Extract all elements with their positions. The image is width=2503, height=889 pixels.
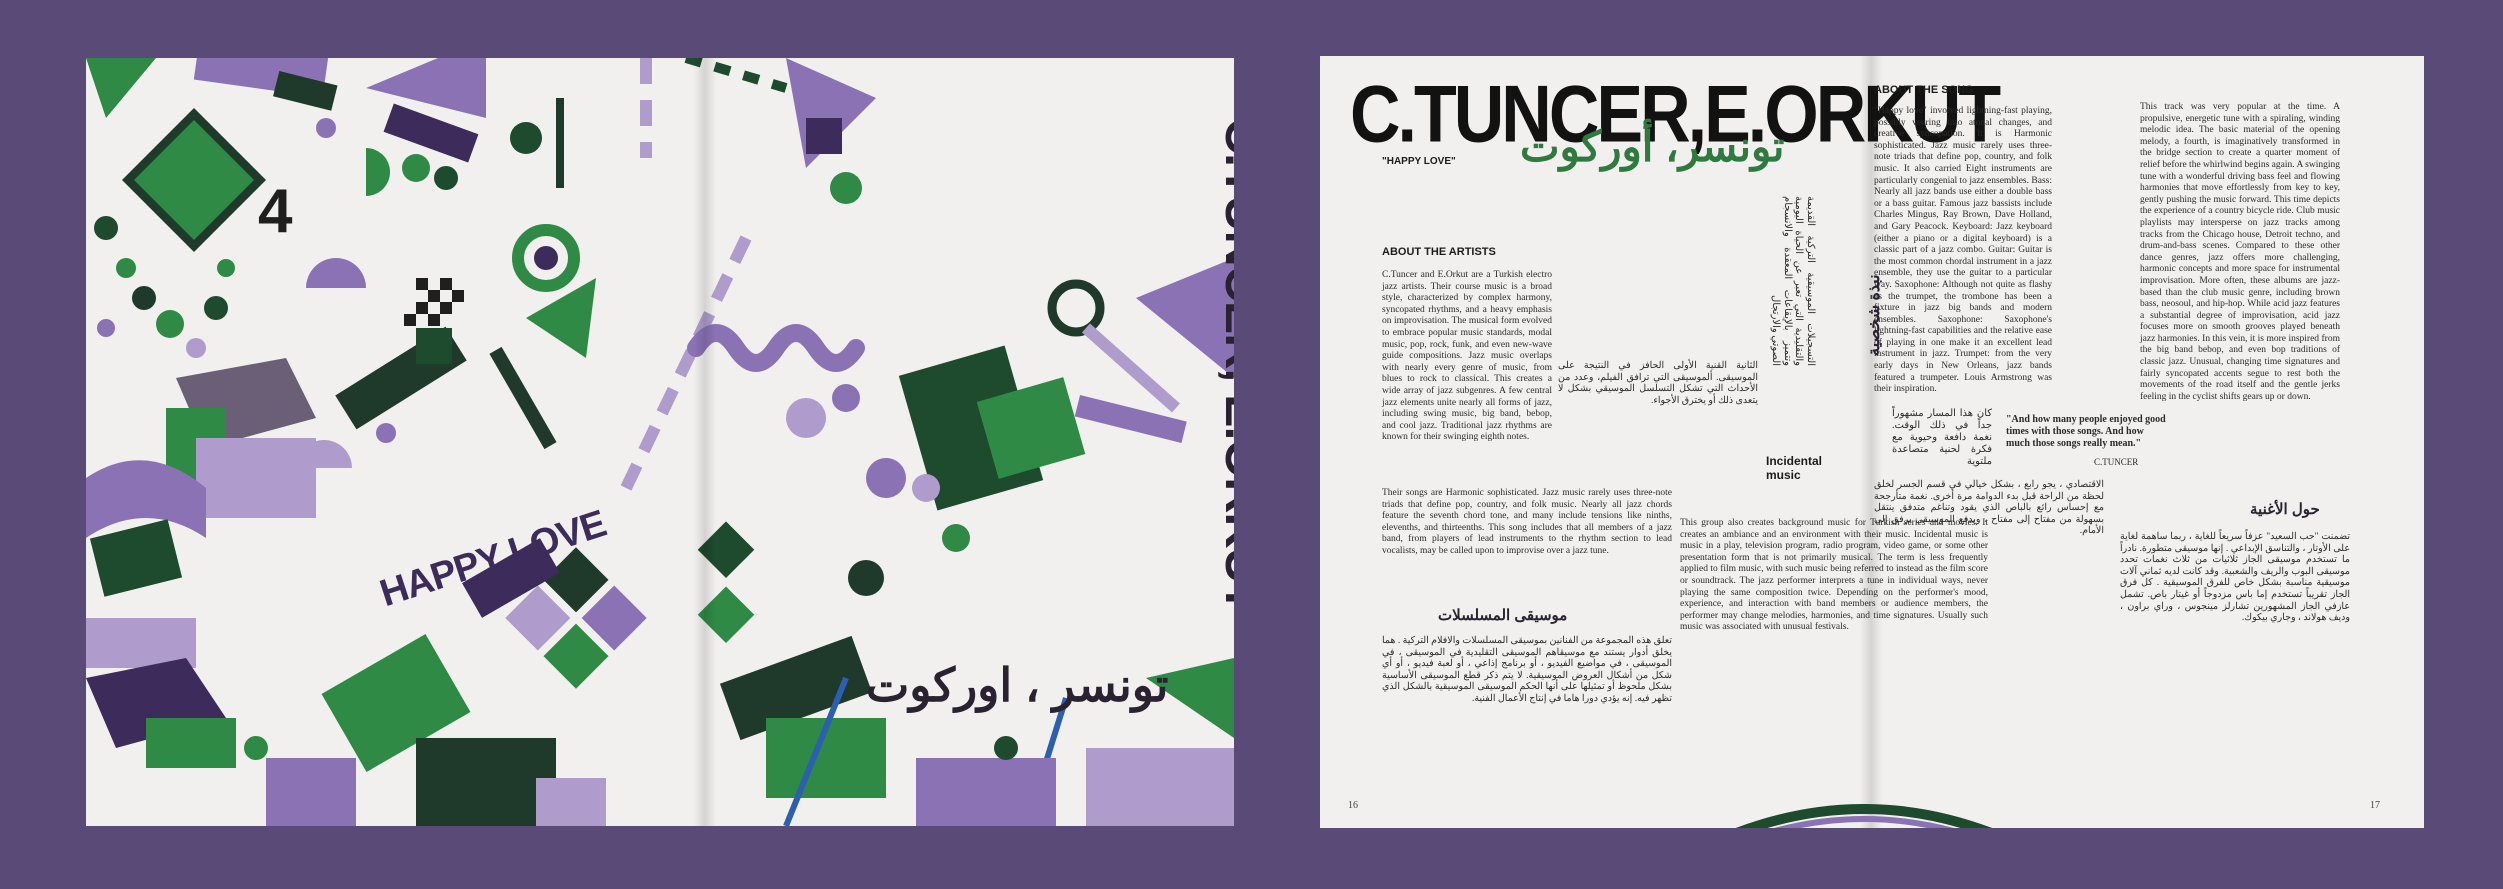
spread-header-arabic: تونسر، أوركوت [1520,123,1785,170]
page-number-left: 16 [1348,800,1358,811]
vertical-arabic-text: التسجيلات الموسيقية التركية القديمة والت… [1770,196,1816,366]
about-song-heading: ABOUT THE SONG [1874,84,1974,96]
about-song-text: "Happy love" involved lightning-fast pla… [1874,106,2052,395]
arabic-heading-series: موسيقى المسلسلات [1438,607,1568,624]
incidental-arabic-text: الثانية القنية الأولى الحافز في النتيجة … [1558,361,1758,406]
page-number-right: 17 [2370,800,2380,811]
arabic-series-text: تعلق هذه المجموعة من الفنانين بموسيقى ال… [1382,636,1672,704]
cover-spine-fold [694,58,716,826]
vertical-arabic-heading: نبذة شخصية [1866,274,1883,356]
magazine-spread: C.TUNCER,E.ORKUT تونسر، أوركوت "HAPPY LO… [1320,56,2424,828]
issue-badge-number: 4 [258,177,293,246]
about-artists-heading: ABOUT THE ARTISTS [1382,246,1496,258]
cover-arabic-title: تونسر ، اوركوت [866,659,1169,711]
quote-author: C.TUNCER [2094,457,2139,467]
incidental-heading: Incidental music [1766,454,1823,482]
about-artists-text: C.Tuncer and E.Orkut are a Turkish elect… [1382,270,1552,443]
about-artists-text-2: Their songs are Harmonic sophisticated. … [1382,488,1672,556]
arabic-heading-song: حول الأغنية [2250,501,2320,518]
cover-title-vertical: C.TUNCER, E.ORKUT [1215,118,1234,613]
col4-text: This track was very popular at the time.… [2140,102,2340,402]
quote-arabic: كان هذا المسار مشهوراً جداً في ذلك الوقت… [1892,408,1992,467]
arabic-mid-text: الاقتصادي ، يجو رابع ، بشكل خيالي في قسم… [1874,480,2104,537]
song-label: "HAPPY LOVE" [1382,156,1456,167]
quote-english: "And how many people enjoyed good times … [2006,414,2166,449]
vertical-arabic-column: التسجيلات الموسيقية التركية القديمة والت… [1616,196,1846,366]
arabic-song-text: تضمنت "حب السعيد" عزفاً سريعاً للغاية ، … [2120,532,2350,624]
magazine-cover: 4 C.TUNCER, E.ORKUT HAPPY LOVE تونسر ، ا… [86,58,1234,826]
bottom-wave-decoration [1735,804,1993,828]
